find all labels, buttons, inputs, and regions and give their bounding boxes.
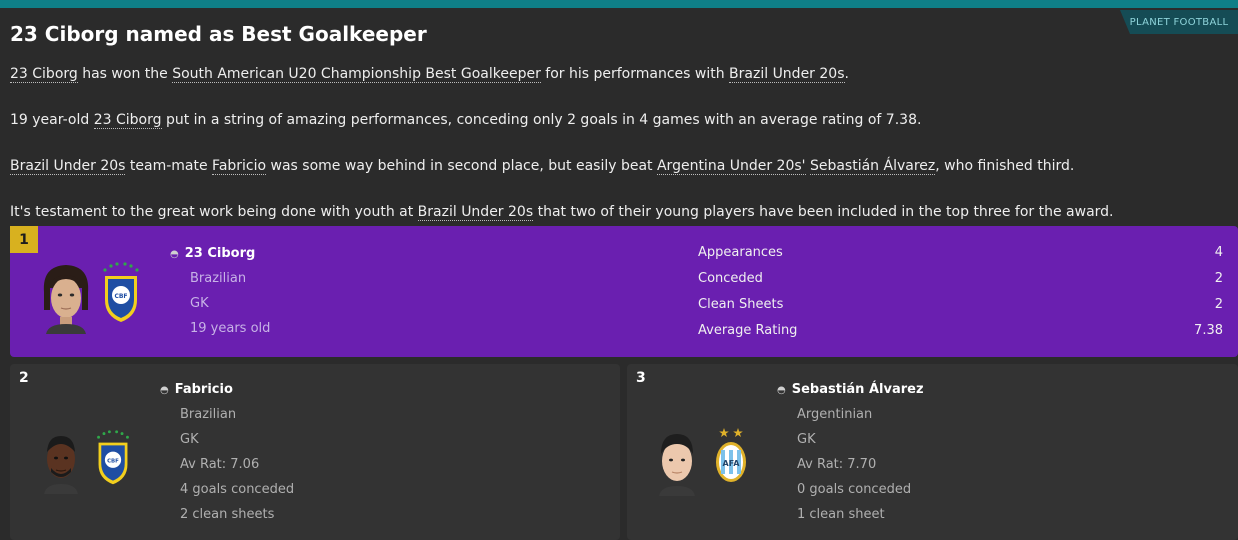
winner-panel: 1 CBF ◓ 23 Ciborg Brazilian GK 19 years o… [10,226,1238,357]
player-rating: Av Rat: 7.70 [797,457,877,472]
player-name[interactable]: ◓ Fabricio [160,382,233,397]
top-accent-bar [0,0,1238,8]
team-link[interactable]: Brazil Under 20s [10,158,126,175]
paragraph-3: Brazil Under 20s team-mate Fabricio was … [10,158,1075,175]
runner-up-card: 3 AFA ◓ Sebastián Álvarez Argentinian GK … [627,364,1238,540]
rank-badge: 1 [10,226,38,253]
player-link[interactable]: Sebastián Álvarez [809,158,936,175]
stat-label: Appearances [698,245,783,260]
player-position: GK [190,296,209,311]
svg-text:CBF: CBF [107,459,119,465]
person-icon: ◓ [160,385,169,396]
player-position: GK [180,432,199,447]
stat-label: Average Rating [698,323,798,338]
team-link[interactable]: Brazil Under 20s [417,204,534,221]
source-tag[interactable]: PLANET FOOTBALL [1120,10,1238,34]
paragraph-4: It's testament to the great work being d… [10,204,1114,221]
player-link[interactable]: Fabricio [212,158,267,175]
clean-sheets: 1 clean sheet [797,507,885,522]
player-name[interactable]: ◓ 23 Ciborg [170,246,255,261]
paragraph-1: 23 Ciborg has won the South American U20… [10,66,849,83]
player-nationality: Argentinian [797,407,873,422]
player-position: GK [797,432,816,447]
player-face-icon [659,434,695,496]
player-face-icon [43,265,89,334]
award-link[interactable]: South American U20 Championship Best Goa… [172,66,541,83]
afa-badge-icon: AFA [716,428,746,482]
runner-up-card: 2 CBF ◓ Fabricio Brazilian GK Av Rat: 7.0… [10,364,620,540]
stat-value: 2 [1214,297,1223,312]
rank-number: 2 [19,370,29,386]
player-name[interactable]: ◓ Sebastián Álvarez [777,382,924,397]
goals-conceded: 4 goals conceded [180,482,295,497]
person-icon: ◓ [777,385,786,396]
person-icon: ◓ [170,249,179,260]
stat-value: 2 [1214,271,1223,286]
rank-number: 3 [636,370,646,386]
paragraph-2: 19 year-old 23 Ciborg put in a string of… [10,112,922,129]
svg-text:CBF: CBF [114,293,127,300]
stat-label: Conceded [698,271,763,286]
stat-value: 4 [1214,245,1223,260]
player-face-icon [44,436,78,494]
team-link[interactable]: Argentina Under 20s' [656,158,806,175]
cbf-badge-icon: CBF [97,430,129,485]
player-nationality: Brazilian [180,407,237,422]
player-link[interactable]: 23 Ciborg [10,66,78,83]
article-title: 23 Ciborg named as Best Goalkeeper [10,22,427,46]
stat-label: Clean Sheets [698,297,784,312]
player-link[interactable]: 23 Ciborg [93,112,162,129]
goals-conceded: 0 goals conceded [797,482,912,497]
player-nationality: Brazilian [190,271,247,286]
clean-sheets: 2 clean sheets [180,507,275,522]
cbf-badge-icon: CBF [103,262,139,322]
svg-text:AFA: AFA [723,459,741,468]
team-link[interactable]: Brazil Under 20s [729,66,845,83]
player-rating: Av Rat: 7.06 [180,457,260,472]
stat-value: 7.38 [1194,323,1223,338]
player-age: 19 years old [190,321,271,336]
